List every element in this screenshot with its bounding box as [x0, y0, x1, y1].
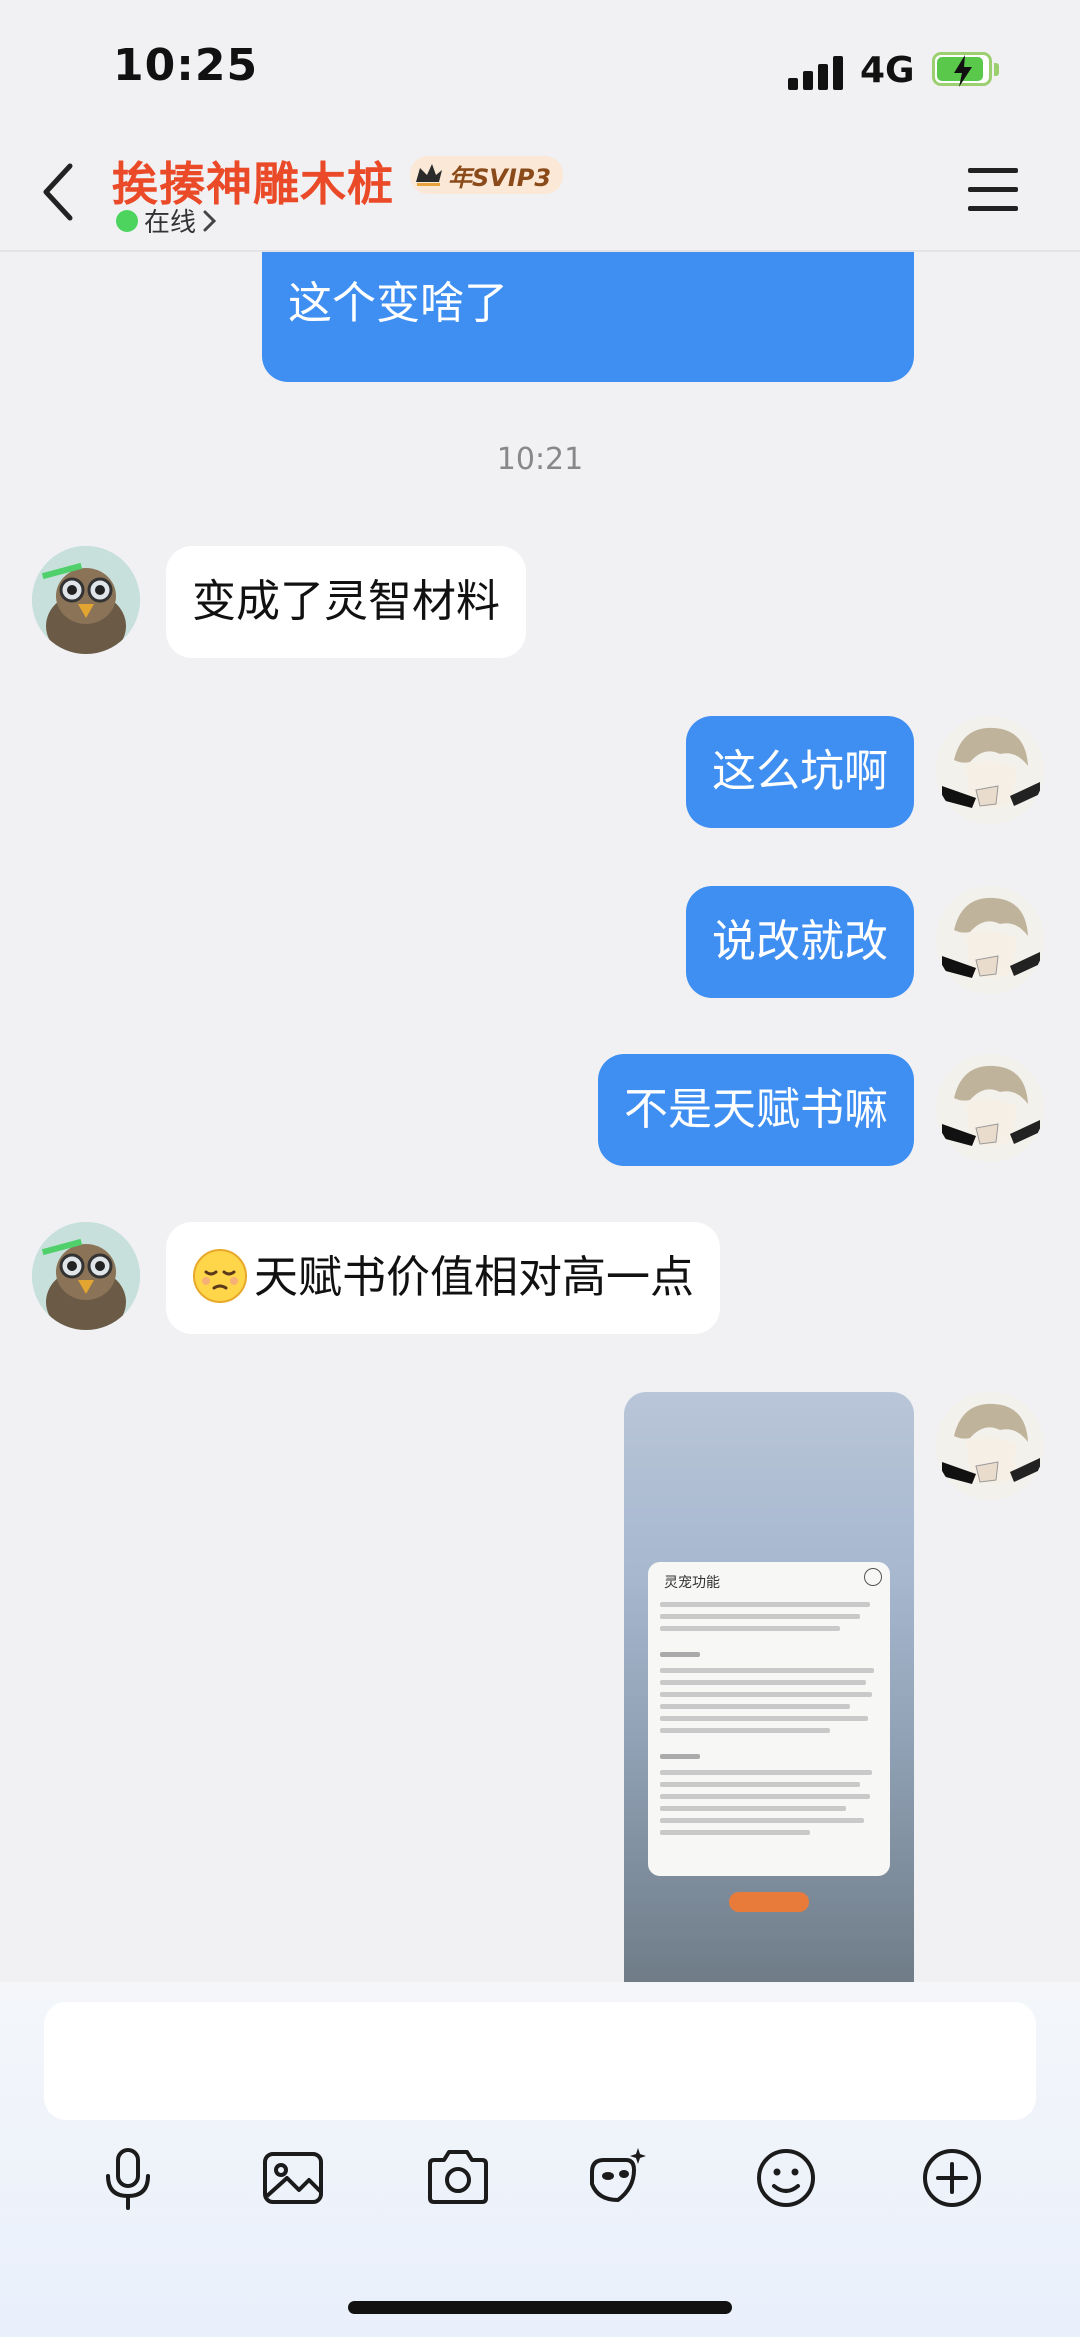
- network-label: 4G: [860, 50, 915, 91]
- image-message[interactable]: 灵宠功能: [624, 1392, 914, 1982]
- home-indicator[interactable]: [348, 2301, 732, 2314]
- close-icon: [864, 1568, 882, 1586]
- user-avatar[interactable]: [936, 1054, 1044, 1162]
- composer: [0, 1982, 1080, 2337]
- mic-icon[interactable]: [92, 2142, 164, 2214]
- back-icon[interactable]: [38, 160, 78, 224]
- user-avatar[interactable]: [936, 716, 1044, 824]
- signal-icon: [788, 56, 844, 90]
- message-list[interactable]: 这个变啥了 10:21 变成了灵智材料 这么坑啊 说改就改 不是天赋书嘛 天赋书…: [0, 252, 1080, 1982]
- fun-icon[interactable]: [582, 2142, 654, 2214]
- menu-icon[interactable]: [968, 168, 1018, 212]
- status-bar: 10:25 4G: [0, 0, 1080, 130]
- crown-icon: [416, 164, 442, 186]
- vip-text: 年SVIP3: [448, 163, 552, 192]
- message-text: 这么坑啊: [712, 746, 888, 797]
- message-bubble-incoming[interactable]: 天赋书价值相对高一点: [166, 1222, 720, 1334]
- pensive-face-icon: [193, 1249, 247, 1303]
- message-bubble-outgoing[interactable]: 这个变啥了: [262, 252, 914, 382]
- contact-avatar[interactable]: [32, 546, 140, 654]
- battery-icon: [932, 52, 1002, 90]
- message-text: 变成了灵智材料: [192, 576, 500, 627]
- presence-status[interactable]: 在线: [116, 202, 218, 239]
- message-text: 这个变啥了: [288, 278, 508, 329]
- message-bubble-outgoing[interactable]: 不是天赋书嘛: [598, 1054, 914, 1166]
- screenshot-button: [729, 1892, 809, 1912]
- emoji-icon[interactable]: [750, 2142, 822, 2214]
- chat-header: 挨揍神雕木桩 年SVIP3 在线: [0, 130, 1080, 252]
- message-input[interactable]: [44, 2002, 1036, 2120]
- timestamp-separator: 10:21: [496, 442, 584, 477]
- message-text: 天赋书价值相对高一点: [254, 1252, 694, 1303]
- image-icon[interactable]: [257, 2142, 329, 2214]
- chevron-right-icon: [203, 210, 217, 231]
- message-text: 说改就改: [712, 916, 888, 967]
- message-bubble-outgoing[interactable]: 这么坑啊: [686, 716, 914, 828]
- screenshot-caption: 灵宠功能: [664, 1575, 720, 1591]
- message-bubble-outgoing[interactable]: 说改就改: [686, 886, 914, 998]
- status-time: 10:25: [113, 40, 259, 91]
- presence-label: 在线: [144, 208, 197, 238]
- user-avatar[interactable]: [936, 886, 1044, 994]
- screenshot-popup: 灵宠功能: [648, 1562, 890, 1876]
- online-dot-icon: [116, 209, 138, 232]
- plus-icon[interactable]: [916, 2142, 988, 2214]
- message-bubble-incoming[interactable]: 变成了灵智材料: [166, 546, 526, 658]
- user-avatar[interactable]: [936, 1392, 1044, 1500]
- message-text: 不是天赋书嘛: [624, 1084, 888, 1135]
- vip-badge[interactable]: 年SVIP3: [410, 156, 564, 194]
- camera-icon[interactable]: [422, 2142, 494, 2214]
- contact-avatar[interactable]: [32, 1222, 140, 1330]
